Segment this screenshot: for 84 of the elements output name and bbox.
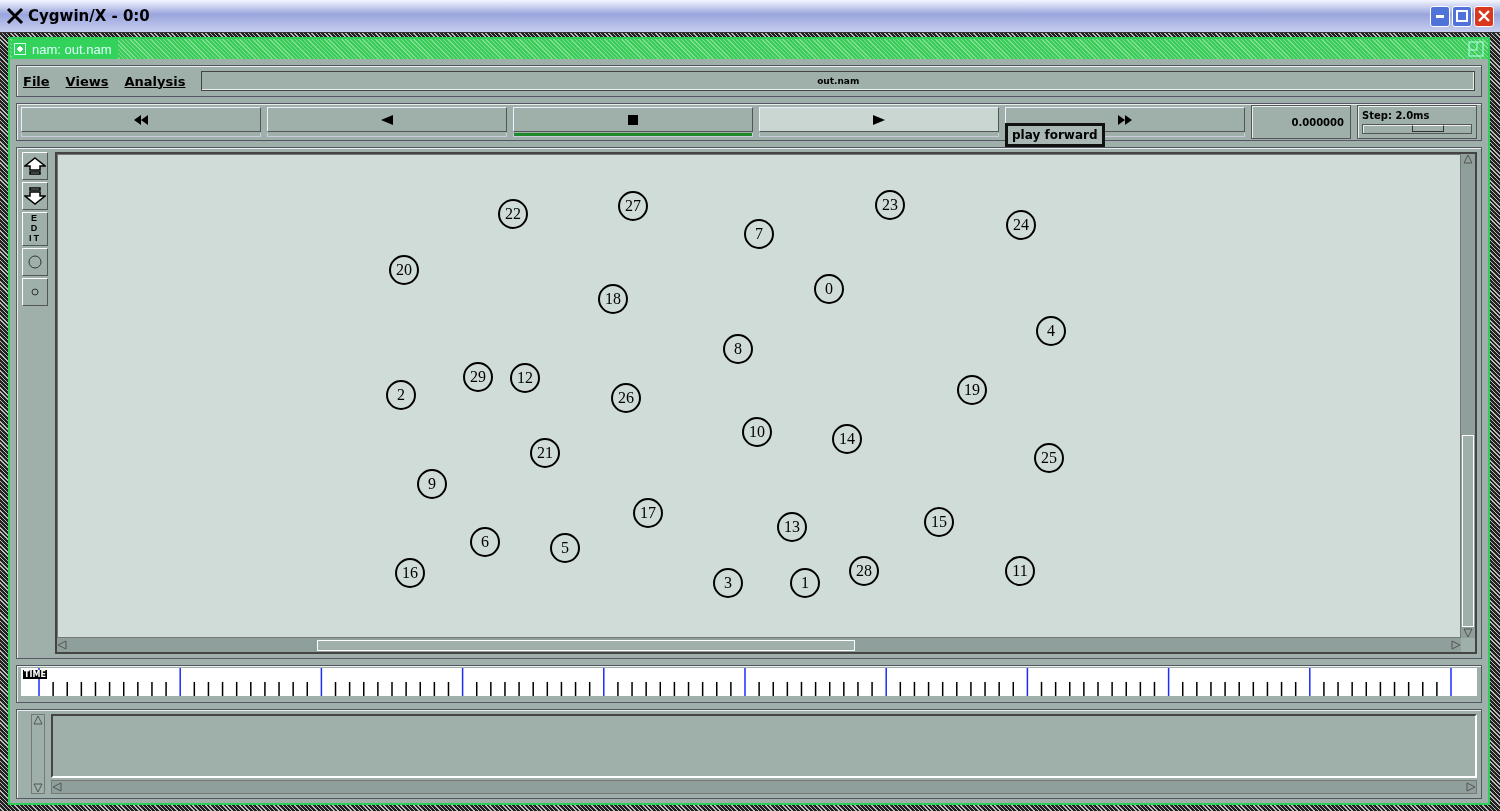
scroll-left-icon[interactable] [57, 640, 67, 650]
play-icon [871, 113, 887, 126]
stop-icon [625, 113, 641, 126]
network-node[interactable]: 15 [924, 507, 954, 537]
step-slider[interactable] [1362, 124, 1472, 134]
circle-icon [31, 288, 39, 296]
minimize-button[interactable] [1430, 5, 1450, 27]
transport-button[interactable] [267, 107, 507, 132]
step-label: Step: 2.0ms [1362, 110, 1431, 121]
network-node[interactable]: 9 [417, 469, 447, 499]
scroll-right-icon[interactable] [1451, 640, 1461, 650]
down-arrow-icon [24, 187, 46, 205]
network-node[interactable]: 17 [633, 498, 663, 528]
network-node[interactable]: 22 [498, 199, 528, 229]
close-button[interactable] [1474, 5, 1494, 27]
network-node[interactable]: 3 [713, 568, 743, 598]
network-node[interactable]: 16 [395, 558, 425, 588]
x-logo-icon [6, 7, 24, 25]
network-node[interactable]: 11 [1005, 556, 1035, 586]
scroll-up-icon[interactable] [33, 715, 43, 725]
menu-item[interactable]: File [23, 73, 50, 89]
small-node-button[interactable] [22, 278, 48, 306]
window-title: Cygwin/X - 0:0 [28, 7, 151, 25]
network-node[interactable]: 14 [832, 424, 862, 454]
window-menu-icon[interactable] [14, 43, 26, 55]
scroll-down-icon[interactable] [33, 783, 43, 793]
network-node[interactable]: 1 [790, 568, 820, 598]
maximize-icon [1456, 10, 1468, 22]
scroll-left-icon[interactable] [52, 782, 62, 792]
maximize-icon[interactable] [1468, 41, 1484, 57]
horizontal-scrollbar[interactable] [51, 780, 1477, 794]
scroll-up-icon[interactable] [1463, 154, 1473, 164]
rewind-icon [133, 113, 149, 126]
menu-item[interactable]: Views [65, 73, 109, 89]
close-icon [1478, 10, 1490, 22]
network-node[interactable]: 5 [550, 533, 580, 563]
network-node[interactable]: 20 [389, 255, 419, 285]
vertical-scrollbar[interactable] [31, 714, 45, 794]
menu-item[interactable]: Analysis [124, 73, 186, 89]
network-node[interactable]: 25 [1034, 443, 1064, 473]
time-readout: 0.000000 [1251, 105, 1351, 139]
horizontal-scrollbar[interactable] [57, 638, 1461, 652]
network-node[interactable]: 21 [530, 438, 560, 468]
zoom-out-button[interactable] [22, 182, 48, 210]
transport-button[interactable] [513, 107, 753, 132]
network-node[interactable]: 7 [744, 219, 774, 249]
large-node-button[interactable] [22, 248, 48, 276]
network-node[interactable]: 26 [611, 383, 641, 413]
network-node[interactable]: 24 [1006, 210, 1036, 240]
network-node[interactable]: 10 [742, 417, 772, 447]
tooltip: play forward [1005, 123, 1105, 147]
network-node[interactable]: 28 [849, 556, 879, 586]
network-node[interactable]: 29 [463, 362, 493, 392]
scroll-thumb[interactable] [317, 639, 855, 651]
network-node[interactable]: 23 [875, 190, 905, 220]
network-node[interactable]: 6 [470, 527, 500, 557]
slider-thumb[interactable] [1411, 125, 1444, 132]
scroll-down-icon[interactable] [1463, 628, 1473, 638]
timeline-label: TIME [23, 670, 47, 679]
timeline-bar[interactable]: TIME [21, 668, 1477, 696]
network-node[interactable]: 4 [1036, 316, 1066, 346]
app-window-title: nam: out.nam [32, 41, 112, 57]
minimize-icon [1436, 14, 1444, 18]
network-node[interactable]: 13 [777, 512, 807, 542]
network-node[interactable]: 0 [814, 274, 844, 304]
file-name-field: out.nam [201, 71, 1475, 91]
maximize-button[interactable] [1452, 5, 1472, 27]
play-backward-icon [379, 113, 395, 126]
network-node[interactable]: 18 [598, 284, 628, 314]
network-node[interactable]: 8 [723, 334, 753, 364]
network-node[interactable]: 27 [618, 191, 648, 221]
transport-button[interactable] [21, 107, 261, 132]
up-arrow-icon [24, 157, 46, 175]
zoom-in-button[interactable] [22, 152, 48, 180]
transport-button[interactable] [759, 107, 999, 132]
circle-icon [28, 255, 42, 269]
network-node[interactable]: 19 [957, 375, 987, 405]
scroll-thumb[interactable] [1462, 435, 1474, 627]
vertical-scrollbar[interactable] [1461, 154, 1475, 638]
scroll-right-icon[interactable] [1466, 782, 1476, 792]
fast-forward-icon [1117, 113, 1133, 126]
network-node[interactable]: 12 [510, 363, 540, 393]
network-node[interactable]: 2 [386, 380, 416, 410]
edit-button[interactable]: EDIT [22, 212, 48, 246]
